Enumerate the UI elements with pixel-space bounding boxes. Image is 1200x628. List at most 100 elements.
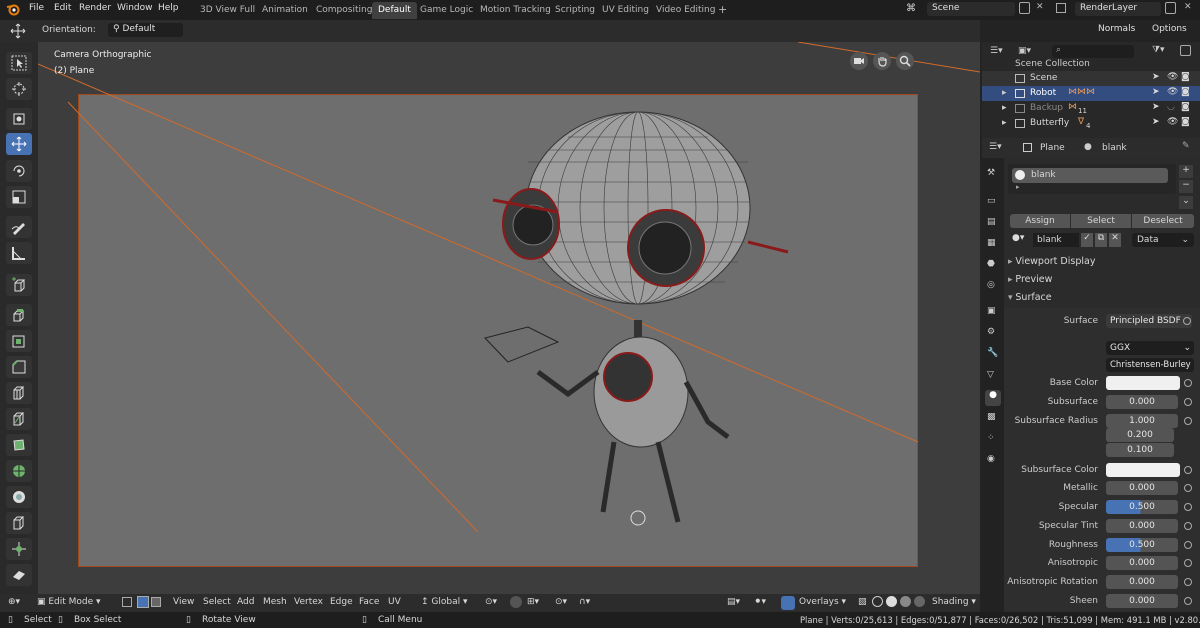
material-slot-item[interactable]: blank bbox=[1012, 168, 1168, 183]
add-slot-icon[interactable]: + bbox=[1179, 165, 1193, 178]
face-select-icon[interactable] bbox=[151, 597, 161, 607]
menu-render[interactable]: Render bbox=[79, 3, 111, 13]
rendered-shading-icon[interactable] bbox=[914, 596, 925, 607]
scene-tab-icon[interactable]: ⬣ bbox=[987, 259, 995, 269]
add-cube-tool[interactable] bbox=[6, 274, 32, 296]
material-name-field[interactable]: blank bbox=[1033, 233, 1079, 247]
blender-logo-icon[interactable] bbox=[6, 2, 20, 16]
outliner-search-input[interactable]: ⌕ bbox=[1052, 45, 1134, 58]
scene-icon[interactable]: ⌘ bbox=[906, 3, 916, 14]
unlink-material-icon[interactable]: ✕ bbox=[1109, 233, 1121, 247]
extrude-tool[interactable] bbox=[6, 304, 32, 326]
viewport-gizmo-icon[interactable]: ⚫▾ bbox=[754, 597, 766, 607]
material-shading-icon[interactable] bbox=[900, 596, 911, 607]
slot-specials-icon[interactable]: ⌄ bbox=[1179, 196, 1193, 209]
menu-uv[interactable]: UV bbox=[388, 597, 401, 607]
tab-motion-tracking[interactable]: Motion Tracking bbox=[474, 2, 557, 19]
panel-preview[interactable]: ▸ Preview bbox=[1008, 274, 1196, 290]
wireframe-shading-icon[interactable] bbox=[872, 596, 883, 607]
solid-shading-icon[interactable] bbox=[886, 596, 897, 607]
shading-dropdown[interactable]: Shading ▾ bbox=[932, 597, 976, 607]
annotate-tool[interactable] bbox=[6, 216, 32, 238]
property-value-field[interactable]: 0.200 bbox=[1106, 428, 1174, 442]
menu-face[interactable]: Face bbox=[359, 597, 379, 607]
overlays-dropdown[interactable]: Overlays ▾ bbox=[799, 597, 846, 607]
data-tab-icon[interactable]: ▽ bbox=[987, 370, 994, 380]
socket-icon[interactable] bbox=[1184, 466, 1192, 474]
socket-icon[interactable] bbox=[1184, 503, 1192, 511]
outliner-row-robot[interactable]: ▸ Robot ⋈⋈⋈ ➤ 👁 ◙ bbox=[982, 86, 1200, 101]
remove-slot-icon[interactable]: − bbox=[1179, 180, 1193, 193]
select-cursor-icon[interactable]: ➤ bbox=[1152, 72, 1160, 82]
surface-socket-icon[interactable] bbox=[1183, 317, 1191, 325]
tab-scripting[interactable]: Scripting bbox=[549, 2, 601, 19]
object-tab-icon[interactable]: ▣ bbox=[987, 306, 996, 316]
particles-tab-icon[interactable]: ⁘ bbox=[987, 433, 995, 443]
smooth-tool[interactable] bbox=[6, 486, 32, 508]
tab-video-editing[interactable]: Video Editing bbox=[650, 2, 721, 19]
property-value-field[interactable]: 0.500 bbox=[1106, 538, 1178, 552]
camera-view-icon[interactable] bbox=[850, 52, 868, 70]
copy-scene-icon[interactable] bbox=[1019, 2, 1030, 14]
close-layer-icon[interactable]: ✕ bbox=[1184, 2, 1192, 12]
menu-edit[interactable]: Edit bbox=[54, 3, 71, 13]
socket-icon[interactable] bbox=[1184, 541, 1192, 549]
select-cursor-icon[interactable]: ➤ bbox=[1152, 87, 1160, 97]
snap-icon[interactable] bbox=[510, 596, 522, 608]
xray-icon[interactable]: ▧ bbox=[858, 597, 867, 607]
inset-tool[interactable] bbox=[6, 330, 32, 352]
panel-surface[interactable]: ▾ Surface bbox=[1008, 292, 1196, 308]
orientation-dropdown[interactable]: ⚲ Default bbox=[108, 23, 183, 37]
property-value-field[interactable]: 0.100 bbox=[1106, 443, 1174, 457]
select-box-tool[interactable] bbox=[6, 52, 32, 74]
property-value-field[interactable]: 0.500 bbox=[1106, 500, 1178, 514]
scale-tool[interactable] bbox=[6, 186, 32, 208]
duplicate-material-icon[interactable]: ⧉ bbox=[1095, 233, 1107, 247]
rotate-tool[interactable] bbox=[6, 160, 32, 182]
falloff-icon[interactable]: ∩▾ bbox=[579, 597, 590, 607]
editor-type-icon[interactable]: ⊕▾ bbox=[8, 597, 20, 607]
close-scene-icon[interactable]: ✕ bbox=[1036, 2, 1044, 12]
select-cursor-icon[interactable]: ➤ bbox=[1152, 117, 1160, 127]
socket-icon[interactable] bbox=[1184, 398, 1192, 406]
tool-tab-icon[interactable]: ⚒ bbox=[987, 168, 995, 178]
tab-uv-editing[interactable]: UV Editing bbox=[596, 2, 655, 19]
expand-arrow-icon[interactable]: ▸ bbox=[1002, 118, 1007, 128]
menu-file[interactable]: File bbox=[29, 3, 44, 13]
camera-icon[interactable]: ◙ bbox=[1181, 102, 1190, 112]
modifier-tab-icon[interactable]: ⚙ bbox=[987, 327, 995, 337]
knife-tool[interactable] bbox=[6, 408, 32, 430]
socket-icon[interactable] bbox=[1184, 559, 1192, 567]
outliner-row-butterfly[interactable]: ▸ Butterfly ∇ 4 ➤ 👁 ◙ bbox=[982, 116, 1200, 131]
pan-hand-icon[interactable] bbox=[873, 52, 891, 70]
render-tab-icon[interactable]: ▭ bbox=[987, 196, 996, 206]
vertex-select-icon[interactable] bbox=[122, 597, 132, 607]
copy-layer-icon[interactable] bbox=[1165, 2, 1176, 14]
render-layer-icon[interactable] bbox=[1056, 3, 1066, 13]
bevel-tool[interactable] bbox=[6, 356, 32, 378]
socket-icon[interactable] bbox=[1184, 417, 1192, 425]
menu-vertex[interactable]: Vertex bbox=[294, 597, 323, 607]
outliner-row-backup[interactable]: ▸ Backup ⋈ 11 ➤ ◡ ◙ bbox=[982, 101, 1200, 116]
tab-compositing[interactable]: Compositing bbox=[310, 2, 378, 19]
fake-user-icon[interactable]: ✓ bbox=[1081, 233, 1093, 247]
pin-icon[interactable]: ✎ bbox=[1182, 141, 1190, 151]
move-gizmo-icon[interactable] bbox=[10, 23, 26, 39]
menu-select[interactable]: Select bbox=[203, 597, 231, 607]
output-tab-icon[interactable]: ▤ bbox=[987, 217, 996, 227]
link-data-dropdown[interactable]: Data ⌄ bbox=[1132, 233, 1194, 247]
tab-default[interactable]: Default bbox=[372, 2, 417, 19]
subsurface-method-dropdown[interactable]: Christensen-Burley bbox=[1106, 358, 1194, 372]
tab-game-logic[interactable]: Game Logic bbox=[414, 2, 479, 19]
eye-closed-icon[interactable]: ◡ bbox=[1167, 102, 1175, 112]
world-tab-icon[interactable]: ◎ bbox=[987, 280, 995, 290]
socket-icon[interactable] bbox=[1184, 379, 1192, 387]
browse-material-icon[interactable]: ●▾ bbox=[1012, 233, 1024, 243]
shear-tool[interactable] bbox=[6, 564, 32, 586]
add-workspace-button[interactable]: + bbox=[712, 0, 733, 17]
normals-dropdown[interactable]: Normals bbox=[1093, 23, 1143, 37]
property-value-field[interactable]: 0.000 bbox=[1106, 594, 1178, 608]
menu-edge[interactable]: Edge bbox=[330, 597, 353, 607]
texture-tab-icon[interactable]: ▩ bbox=[987, 412, 996, 422]
deselect-button[interactable]: Deselect bbox=[1132, 214, 1194, 228]
